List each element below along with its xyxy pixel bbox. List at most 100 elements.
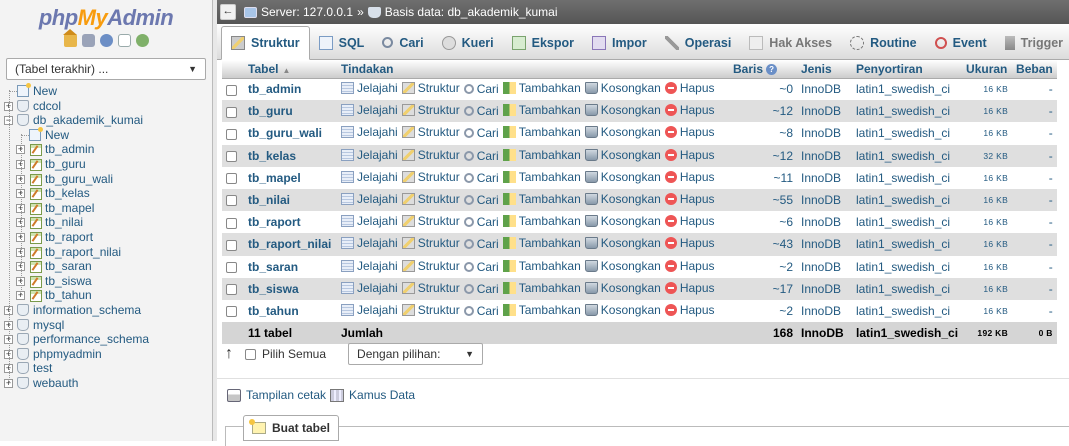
create-table-legend[interactable]: Buat tabel bbox=[243, 415, 340, 441]
action-drop[interactable]: Hapus bbox=[664, 259, 715, 273]
recent-tables-select[interactable]: (Tabel terakhir) ... ▼ bbox=[6, 58, 206, 80]
row-checkbox[interactable] bbox=[226, 106, 237, 118]
nav-database-item[interactable]: + phpmyadmin bbox=[0, 347, 212, 362]
action-browse[interactable]: Jelajahi bbox=[341, 103, 398, 117]
nav-database-item[interactable]: + cdcol bbox=[0, 99, 212, 114]
action-insert[interactable]: Tambahkan bbox=[502, 125, 581, 139]
table-name-link[interactable]: tb_saran bbox=[244, 255, 337, 278]
action-insert[interactable]: Tambahkan bbox=[502, 81, 581, 95]
action-empty[interactable]: Kosongkan bbox=[584, 236, 661, 250]
action-structure[interactable]: Struktur bbox=[401, 259, 460, 273]
action-empty[interactable]: Kosongkan bbox=[584, 170, 661, 184]
breadcrumb-database[interactable]: Basis data: db_akademik_kumai bbox=[385, 5, 558, 19]
action-search[interactable]: Cari bbox=[463, 149, 499, 163]
table-name-link[interactable]: tb_guru bbox=[244, 100, 337, 123]
action-drop[interactable]: Hapus bbox=[664, 81, 715, 95]
tab-routine[interactable]: Routine bbox=[841, 26, 926, 59]
action-search[interactable]: Cari bbox=[463, 304, 499, 318]
action-drop[interactable]: Hapus bbox=[664, 281, 715, 295]
action-drop[interactable]: Hapus bbox=[664, 192, 715, 206]
action-structure[interactable]: Struktur bbox=[401, 236, 460, 250]
action-empty[interactable]: Kosongkan bbox=[584, 125, 661, 139]
nav-database-item[interactable]: + test bbox=[0, 361, 212, 376]
action-search[interactable]: Cari bbox=[463, 193, 499, 207]
tab-cari[interactable]: Cari bbox=[373, 26, 432, 59]
table-name-link[interactable]: tb_nilai bbox=[244, 188, 337, 212]
action-browse[interactable]: Jelajahi bbox=[341, 148, 398, 162]
header-baris[interactable]: Baris? bbox=[729, 60, 797, 79]
action-search[interactable]: Cari bbox=[463, 215, 499, 229]
nav-table-item[interactable]: + tb_siswa bbox=[0, 274, 212, 289]
action-drop[interactable]: Hapus bbox=[664, 214, 715, 228]
print-view-link[interactable]: Tampilan cetak bbox=[246, 388, 326, 402]
reload-icon[interactable] bbox=[135, 34, 149, 47]
row-checkbox[interactable] bbox=[226, 217, 237, 229]
nav-table-item[interactable]: + tb_raport_nilai bbox=[0, 245, 212, 260]
nav-table-item[interactable]: + tb_tahun bbox=[0, 288, 212, 303]
table-name-link[interactable]: tb_admin bbox=[244, 78, 337, 101]
nav-table-item[interactable]: + tb_guru_wali bbox=[0, 172, 212, 187]
action-structure[interactable]: Struktur bbox=[401, 81, 460, 95]
action-empty[interactable]: Kosongkan bbox=[584, 281, 661, 295]
logout-icon[interactable] bbox=[81, 34, 95, 47]
tab-sql[interactable]: SQL bbox=[310, 26, 374, 59]
tab-event[interactable]: Event bbox=[926, 26, 996, 59]
action-structure[interactable]: Struktur bbox=[401, 170, 460, 184]
action-insert[interactable]: Tambahkan bbox=[502, 170, 581, 184]
nav-table-item[interactable]: + tb_admin bbox=[0, 142, 212, 157]
home-icon[interactable] bbox=[62, 29, 77, 47]
action-insert[interactable]: Tambahkan bbox=[502, 192, 581, 206]
table-name-link[interactable]: tb_siswa bbox=[244, 277, 337, 300]
tab-operasi[interactable]: Operasi bbox=[656, 26, 741, 59]
select-all-checkbox[interactable] bbox=[245, 348, 256, 360]
action-empty[interactable]: Kosongkan bbox=[584, 81, 661, 95]
action-structure[interactable]: Struktur bbox=[401, 148, 460, 162]
action-insert[interactable]: Tambahkan bbox=[502, 148, 581, 162]
table-name-link[interactable]: tb_raport_nilai bbox=[244, 233, 337, 256]
row-checkbox[interactable] bbox=[226, 306, 237, 318]
action-browse[interactable]: Jelajahi bbox=[341, 125, 398, 139]
action-browse[interactable]: Jelajahi bbox=[341, 214, 398, 228]
action-empty[interactable]: Kosongkan bbox=[584, 148, 661, 162]
header-penyortiran[interactable]: Penyortiran bbox=[852, 60, 963, 79]
action-insert[interactable]: Tambahkan bbox=[502, 214, 581, 228]
action-empty[interactable]: Kosongkan bbox=[584, 259, 661, 273]
row-checkbox[interactable] bbox=[226, 84, 237, 96]
table-name-link[interactable]: tb_kelas bbox=[244, 144, 337, 167]
action-empty[interactable]: Kosongkan bbox=[584, 303, 661, 317]
action-browse[interactable]: Jelajahi bbox=[341, 81, 398, 95]
action-search[interactable]: Cari bbox=[463, 282, 499, 296]
action-search[interactable]: Cari bbox=[463, 260, 499, 274]
tab-struktur[interactable]: Struktur bbox=[221, 26, 310, 60]
row-checkbox[interactable] bbox=[226, 173, 237, 185]
action-browse[interactable]: Jelajahi bbox=[341, 192, 398, 206]
action-structure[interactable]: Struktur bbox=[401, 103, 460, 117]
nav-table-item[interactable]: + tb_kelas bbox=[0, 186, 212, 201]
header-tabel[interactable]: Tabel ▲ bbox=[244, 60, 337, 79]
row-checkbox[interactable] bbox=[226, 239, 237, 251]
row-checkbox[interactable] bbox=[226, 128, 237, 140]
action-structure[interactable]: Struktur bbox=[401, 281, 460, 295]
action-drop[interactable]: Hapus bbox=[664, 103, 715, 117]
nav-table-item[interactable]: + tb_guru bbox=[0, 157, 212, 172]
nav-database-item[interactable]: − db_akademik_kumai bbox=[0, 113, 212, 128]
breadcrumb-server[interactable]: Server: 127.0.0.1 bbox=[261, 5, 353, 19]
help-icon[interactable]: ? bbox=[766, 64, 778, 76]
action-empty[interactable]: Kosongkan bbox=[584, 103, 661, 117]
action-insert[interactable]: Tambahkan bbox=[502, 259, 581, 273]
row-checkbox[interactable] bbox=[226, 284, 237, 296]
action-drop[interactable]: Hapus bbox=[664, 125, 715, 139]
nav-database-item[interactable]: + mysql bbox=[0, 318, 212, 333]
nav-table-item[interactable]: + tb_saran bbox=[0, 259, 212, 274]
nav-table-item[interactable]: + tb_nilai bbox=[0, 215, 212, 230]
action-search[interactable]: Cari bbox=[463, 126, 499, 140]
phpmyadmin-logo[interactable]: phpMyAdmin bbox=[0, 6, 212, 30]
action-empty[interactable]: Kosongkan bbox=[584, 214, 661, 228]
action-browse[interactable]: Jelajahi bbox=[341, 170, 398, 184]
query-window-icon[interactable] bbox=[99, 34, 113, 47]
nav-database-item[interactable]: + webauth bbox=[0, 376, 212, 391]
action-structure[interactable]: Struktur bbox=[401, 214, 460, 228]
tab-trigger[interactable]: Trigger bbox=[996, 26, 1069, 59]
select-all-label[interactable]: Pilih Semua bbox=[262, 347, 326, 361]
action-empty[interactable]: Kosongkan bbox=[584, 192, 661, 206]
